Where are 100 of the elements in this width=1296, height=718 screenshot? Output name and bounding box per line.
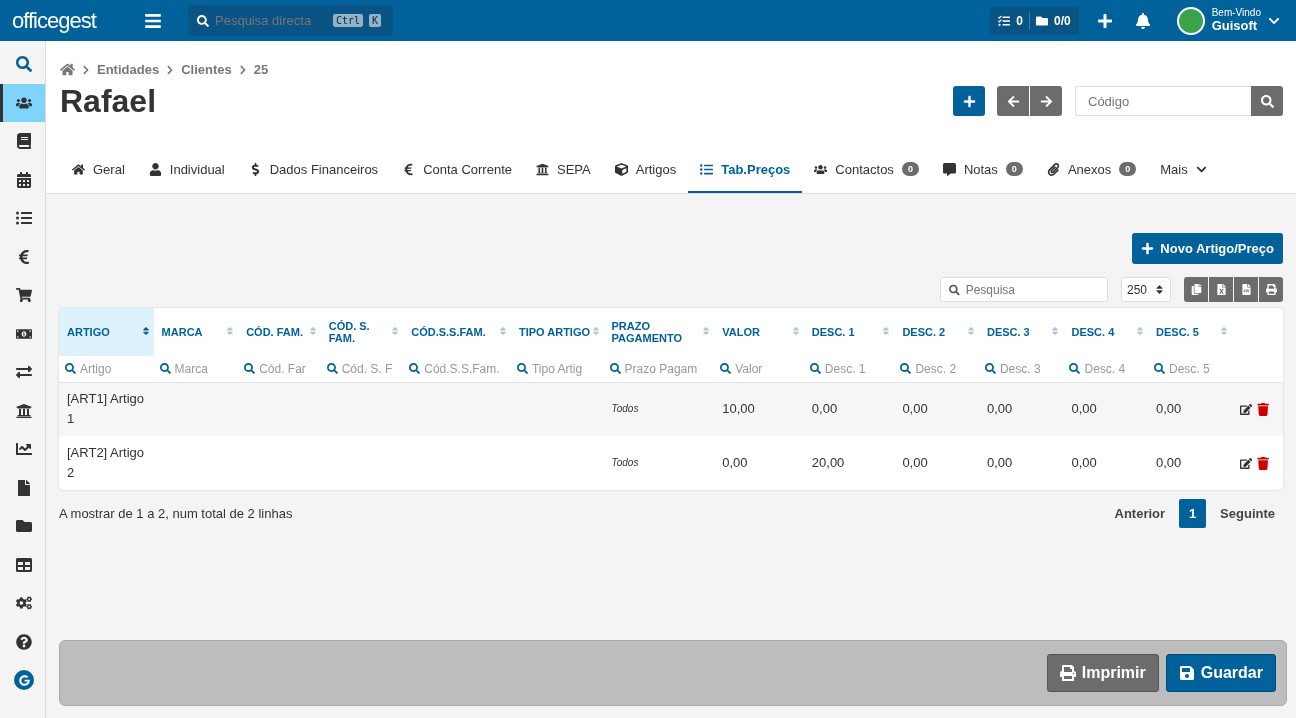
search-icon xyxy=(809,363,821,375)
search-button[interactable] xyxy=(1251,86,1283,116)
sort-icon xyxy=(1135,326,1146,336)
tab[interactable]: Contactos 0 xyxy=(802,147,931,193)
sort-icon xyxy=(390,326,401,336)
search-icon xyxy=(159,363,171,375)
logo: officegest xyxy=(12,7,96,34)
next-button[interactable] xyxy=(1030,86,1062,116)
sort-icon xyxy=(1154,284,1165,295)
chart-icon xyxy=(16,441,32,458)
trash-icon[interactable] xyxy=(1256,456,1269,470)
tab[interactable]: Geral xyxy=(60,147,137,193)
copy-icon xyxy=(1190,284,1202,295)
arrow-left-icon xyxy=(1006,94,1020,108)
greeting: Bem-Vindo xyxy=(1211,8,1261,19)
arrow-right-icon xyxy=(1039,94,1053,108)
search-input[interactable]: Pesquisa directa xyxy=(215,13,327,28)
folder-icon xyxy=(1036,14,1048,27)
edit-icon[interactable] xyxy=(1239,456,1252,470)
column-header[interactable]: ARTIGO xyxy=(59,308,154,356)
search-icon xyxy=(16,56,32,73)
help-icon xyxy=(16,633,32,650)
search-icon xyxy=(1260,94,1274,108)
euro-icon xyxy=(16,248,32,265)
edit-icon[interactable] xyxy=(1239,402,1252,416)
plus-icon xyxy=(1096,12,1113,29)
page-size-select[interactable]: 250 xyxy=(1121,277,1171,302)
search-field[interactable]: Pesquisa xyxy=(940,277,1108,302)
avatar[interactable] xyxy=(1176,6,1205,35)
search-icon xyxy=(1069,363,1081,375)
logo-icon[interactable] xyxy=(14,670,34,691)
add-button[interactable] xyxy=(953,86,985,116)
chevron-icon xyxy=(81,64,91,75)
search-icon xyxy=(900,363,912,375)
shortcut-key: K xyxy=(369,14,382,27)
book-icon xyxy=(16,133,32,150)
tab[interactable]: SEPA xyxy=(524,147,603,193)
excel-button[interactable] xyxy=(1209,277,1233,302)
sort-icon xyxy=(307,326,318,336)
folders-count: 0/0 xyxy=(1054,13,1071,28)
tab[interactable]: Mais xyxy=(1148,147,1219,193)
list-icon xyxy=(16,210,32,227)
counter-panel[interactable]: 0 0/0 xyxy=(990,6,1079,35)
sidebar-item[interactable] xyxy=(0,83,45,122)
table-cell: 0,00 xyxy=(902,455,928,470)
sort-icon xyxy=(701,326,712,336)
sort-icon xyxy=(965,326,976,336)
table-cell: Todos xyxy=(611,403,639,415)
search-icon xyxy=(1154,363,1166,375)
table-cell: [ART1] Artigo 1 xyxy=(67,391,145,427)
previous-button[interactable] xyxy=(997,86,1029,116)
page-title: Rafael xyxy=(60,82,158,120)
comment-icon xyxy=(942,162,956,176)
save-button[interactable]: Guardar xyxy=(1165,654,1276,692)
menu-icon xyxy=(144,11,162,30)
tab[interactable]: Individual xyxy=(136,147,237,193)
page-button[interactable]: 1 xyxy=(1179,499,1207,528)
table-cell: 0,00 xyxy=(1071,401,1097,417)
csv-file-icon xyxy=(1240,284,1252,295)
breadcrumb-link[interactable]: 25 xyxy=(253,62,269,77)
search-input[interactable]: Pesquisa xyxy=(965,282,1099,297)
bank-icon xyxy=(536,162,549,176)
search-icon xyxy=(516,363,528,375)
copy-button[interactable] xyxy=(1184,277,1208,302)
tab[interactable]: Dados Financeiros xyxy=(236,147,391,193)
search-field[interactable]: Pesquisa directa Ctrl K xyxy=(188,5,393,36)
tab[interactable]: Conta Corrente xyxy=(390,147,524,193)
print-button[interactable] xyxy=(1259,277,1283,302)
home-icon[interactable] xyxy=(60,62,75,77)
tasks-count: 0 xyxy=(1016,13,1023,28)
trash-icon[interactable] xyxy=(1256,402,1269,416)
breadcrumb-link[interactable]: Clientes xyxy=(181,62,232,77)
breadcrumb-link[interactable]: Entidades xyxy=(97,62,160,77)
cart-icon xyxy=(16,287,32,304)
calendar-icon xyxy=(16,171,32,188)
tab[interactable]: Artigos xyxy=(602,147,689,193)
column-header[interactable]: MARCA xyxy=(153,308,239,356)
exchange-icon xyxy=(16,364,32,381)
code-field[interactable]: Código xyxy=(1075,86,1251,116)
next-link[interactable]: Seguinte xyxy=(1212,506,1283,521)
euro-icon xyxy=(402,162,416,176)
tasks-icon xyxy=(998,14,1011,27)
search-icon xyxy=(326,363,338,375)
search-icon xyxy=(65,363,76,375)
table-cell: 0,00 xyxy=(722,455,748,470)
new-item-button[interactable]: Novo Artigo/Preço xyxy=(1132,233,1283,264)
cube-icon xyxy=(614,162,628,176)
print-button[interactable]: Imprimir xyxy=(1046,654,1159,692)
print-icon xyxy=(1265,284,1277,295)
tab[interactable]: Tab.Preços xyxy=(688,147,803,193)
folder-icon xyxy=(16,518,32,535)
table-cell: 20,00 xyxy=(811,455,845,470)
table-cell: 10,00 xyxy=(722,401,755,417)
table-cell: 0,00 xyxy=(986,401,1013,417)
tab[interactable]: Notas 0 xyxy=(930,147,1035,193)
paperclip-icon xyxy=(1046,162,1060,176)
tab[interactable]: Anexos 0 xyxy=(1034,147,1149,193)
previous-link[interactable]: Anterior xyxy=(1106,506,1174,521)
table-cell: 0,00 xyxy=(986,455,1013,470)
csv-button[interactable] xyxy=(1234,277,1258,302)
